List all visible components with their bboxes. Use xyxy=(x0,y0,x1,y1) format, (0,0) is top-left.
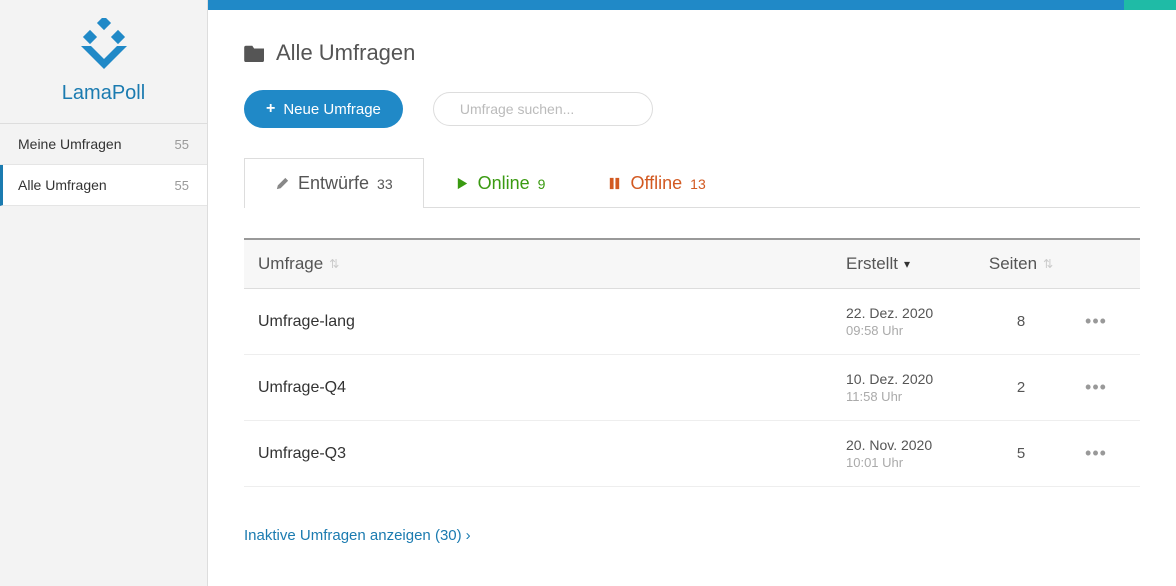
tab-count: 9 xyxy=(538,176,546,192)
table-row[interactable]: Umfrage-lang 22. Dez. 2020 09:58 Uhr 8 •… xyxy=(244,289,1140,355)
sidebar-item-alle-umfragen[interactable]: Alle Umfragen 55 xyxy=(0,165,207,206)
play-icon xyxy=(455,176,470,191)
sort-icon: ⇅ xyxy=(1043,257,1053,271)
main: Alle Umfragen + Neue Umfrage xyxy=(208,0,1176,586)
tab-entwuerfe[interactable]: Entwürfe 33 xyxy=(244,158,424,208)
search-wrap[interactable] xyxy=(433,92,653,126)
tab-online[interactable]: Online 9 xyxy=(424,158,577,208)
sidebar-item-label: Alle Umfragen xyxy=(18,177,107,193)
table-row[interactable]: Umfrage-Q3 20. Nov. 2020 10:01 Uhr 5 ••• xyxy=(244,421,1140,487)
survey-created: 10. Dez. 2020 11:58 Uhr xyxy=(846,371,976,404)
sidebar-item-count: 55 xyxy=(175,178,189,193)
toolbar: + Neue Umfrage xyxy=(244,90,1140,128)
tab-offline[interactable]: Offline 13 xyxy=(576,158,736,208)
table-header: Umfrage ⇅ Erstellt ▾ Seiten ⇅ xyxy=(244,238,1140,289)
sidebar-item-count: 55 xyxy=(175,137,189,152)
brand-name: LamaPoll xyxy=(62,82,145,105)
survey-name: Umfrage-Q4 xyxy=(258,379,846,397)
table-row[interactable]: Umfrage-Q4 10. Dez. 2020 11:58 Uhr 2 ••• xyxy=(244,355,1140,421)
tab-label: Entwürfe xyxy=(298,173,369,194)
row-actions-button[interactable]: ••• xyxy=(1066,377,1126,398)
survey-pages: 5 xyxy=(976,445,1066,462)
chevron-right-icon: › xyxy=(466,527,471,544)
pencil-icon xyxy=(275,176,290,191)
tabs: Entwürfe 33 Online 9 Offline 13 xyxy=(244,158,1140,208)
plus-icon: + xyxy=(266,100,275,118)
logo-area: LamaPoll xyxy=(0,0,207,124)
new-survey-button[interactable]: + Neue Umfrage xyxy=(244,90,403,128)
sidebar-nav: Meine Umfragen 55 Alle Umfragen 55 xyxy=(0,124,207,206)
survey-created: 22. Dez. 2020 09:58 Uhr xyxy=(846,305,976,338)
sort-desc-icon: ▾ xyxy=(904,257,910,271)
row-actions-button[interactable]: ••• xyxy=(1066,443,1126,464)
survey-pages: 8 xyxy=(976,313,1066,330)
sidebar: LamaPoll Meine Umfragen 55 Alle Umfragen… xyxy=(0,0,208,586)
row-actions-button[interactable]: ••• xyxy=(1066,311,1126,332)
sort-icon: ⇅ xyxy=(329,257,339,271)
topbar xyxy=(208,0,1176,10)
th-created[interactable]: Erstellt ▾ xyxy=(846,254,976,274)
inactive-surveys-link[interactable]: Inaktive Umfragen anzeigen (30) › xyxy=(244,527,1140,544)
sidebar-item-meine-umfragen[interactable]: Meine Umfragen 55 xyxy=(0,124,207,165)
pause-icon xyxy=(607,176,622,191)
survey-name: Umfrage-Q3 xyxy=(258,445,846,463)
survey-name: Umfrage-lang xyxy=(258,313,846,331)
page-title: Alle Umfragen xyxy=(276,40,415,66)
survey-pages: 2 xyxy=(976,379,1066,396)
topbar-accent xyxy=(1124,0,1176,10)
new-survey-label: Neue Umfrage xyxy=(283,101,381,118)
page-title-row: Alle Umfragen xyxy=(244,40,1140,66)
tab-label: Offline xyxy=(630,173,682,194)
tab-label: Online xyxy=(478,173,530,194)
survey-created: 20. Nov. 2020 10:01 Uhr xyxy=(846,437,976,470)
survey-table: Umfrage ⇅ Erstellt ▾ Seiten ⇅ Umfrage-la… xyxy=(244,238,1140,487)
brand-logo xyxy=(69,18,139,76)
tab-count: 33 xyxy=(377,176,393,192)
folder-icon xyxy=(244,44,266,62)
tab-count: 13 xyxy=(690,176,706,192)
search-input[interactable] xyxy=(460,101,641,117)
sidebar-item-label: Meine Umfragen xyxy=(18,136,122,152)
th-pages[interactable]: Seiten ⇅ xyxy=(976,254,1066,274)
th-name[interactable]: Umfrage ⇅ xyxy=(258,254,846,274)
